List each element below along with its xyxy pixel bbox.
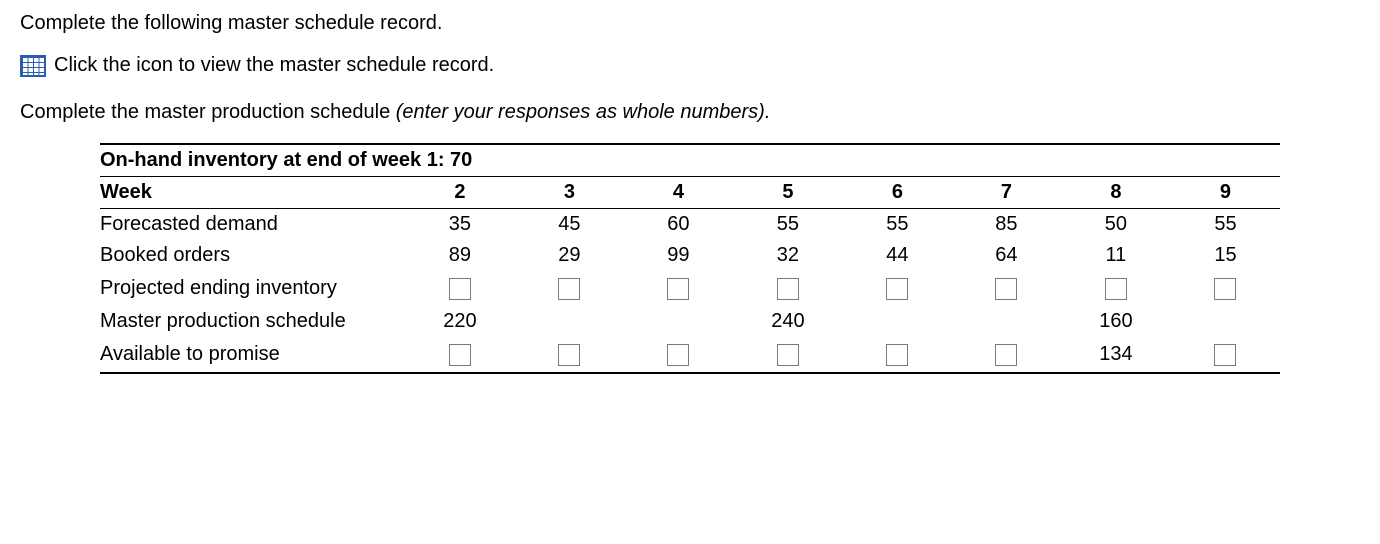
mps-cell: [952, 306, 1061, 337]
week-row: Week 2 3 4 5 6 7 8 9: [100, 177, 1280, 209]
atp-label: Available to promise: [100, 337, 405, 373]
booked-cell: 29: [515, 240, 624, 271]
mps-cell: [515, 306, 624, 337]
forecast-cell: 60: [624, 209, 733, 241]
atp-input[interactable]: [777, 344, 799, 366]
forecast-label: Forecasted demand: [100, 209, 405, 241]
mps-cell: 220: [405, 306, 515, 337]
atp-input[interactable]: [667, 344, 689, 366]
forecast-cell: 50: [1061, 209, 1171, 241]
booked-row: Booked orders 89 29 99 32 44 64 11 15: [100, 240, 1280, 271]
mps-cell: 160: [1061, 306, 1171, 337]
forecast-cell: 55: [843, 209, 952, 241]
mps-cell: [1171, 306, 1280, 337]
icon-line: Click the icon to view the master schedu…: [20, 54, 1360, 77]
schedule-table-wrap: On-hand inventory at end of week 1: 70 W…: [100, 143, 1360, 374]
icon-line-text: Click the icon to view the master schedu…: [54, 54, 494, 77]
booked-cell: 32: [733, 240, 843, 271]
pei-input[interactable]: [558, 278, 580, 300]
week-label: Week: [100, 177, 405, 209]
week-cell: 5: [733, 177, 843, 209]
week-cell: 3: [515, 177, 624, 209]
forecast-cell: 85: [952, 209, 1061, 241]
schedule-table: On-hand inventory at end of week 1: 70 W…: [100, 143, 1280, 374]
booked-label: Booked orders: [100, 240, 405, 271]
pei-input[interactable]: [995, 278, 1017, 300]
booked-cell: 44: [843, 240, 952, 271]
atp-input[interactable]: [886, 344, 908, 366]
booked-cell: 64: [952, 240, 1061, 271]
pei-input[interactable]: [777, 278, 799, 300]
mps-cell: 240: [733, 306, 843, 337]
atp-row: Available to promise 134: [100, 337, 1280, 373]
booked-cell: 89: [405, 240, 515, 271]
mps-cell: [624, 306, 733, 337]
pei-input[interactable]: [1105, 278, 1127, 300]
atp-input[interactable]: [1214, 344, 1236, 366]
pei-input[interactable]: [886, 278, 908, 300]
week-cell: 6: [843, 177, 952, 209]
mps-cell: [843, 306, 952, 337]
instruction-text: Complete the master production schedule …: [20, 99, 1360, 125]
forecast-cell: 55: [733, 209, 843, 241]
booked-cell: 99: [624, 240, 733, 271]
booked-cell: 11: [1061, 240, 1171, 271]
atp-input[interactable]: [449, 344, 471, 366]
week-cell: 7: [952, 177, 1061, 209]
forecast-cell: 35: [405, 209, 515, 241]
pei-input[interactable]: [1214, 278, 1236, 300]
forecast-row: Forecasted demand 35 45 60 55 55 85 50 5…: [100, 209, 1280, 241]
atp-input[interactable]: [995, 344, 1017, 366]
pei-row: Projected ending inventory: [100, 271, 1280, 306]
pei-input[interactable]: [449, 278, 471, 300]
intro-text: Complete the following master schedule r…: [20, 10, 1360, 36]
week-cell: 2: [405, 177, 515, 209]
forecast-cell: 55: [1171, 209, 1280, 241]
pei-input[interactable]: [667, 278, 689, 300]
booked-cell: 15: [1171, 240, 1280, 271]
forecast-cell: 45: [515, 209, 624, 241]
pei-label: Projected ending inventory: [100, 271, 405, 306]
atp-input[interactable]: [558, 344, 580, 366]
atp-cell: 134: [1061, 337, 1171, 373]
instruction-italic: (enter your responses as whole numbers).: [396, 101, 771, 123]
week-cell: 4: [624, 177, 733, 209]
grid-icon[interactable]: [20, 55, 46, 77]
mps-label: Master production schedule: [100, 306, 405, 337]
mps-row: Master production schedule 220 240 160: [100, 306, 1280, 337]
instruction-prefix: Complete the master production schedule: [20, 101, 396, 123]
onhand-header: On-hand inventory at end of week 1: 70: [100, 144, 1280, 177]
week-cell: 9: [1171, 177, 1280, 209]
week-cell: 8: [1061, 177, 1171, 209]
